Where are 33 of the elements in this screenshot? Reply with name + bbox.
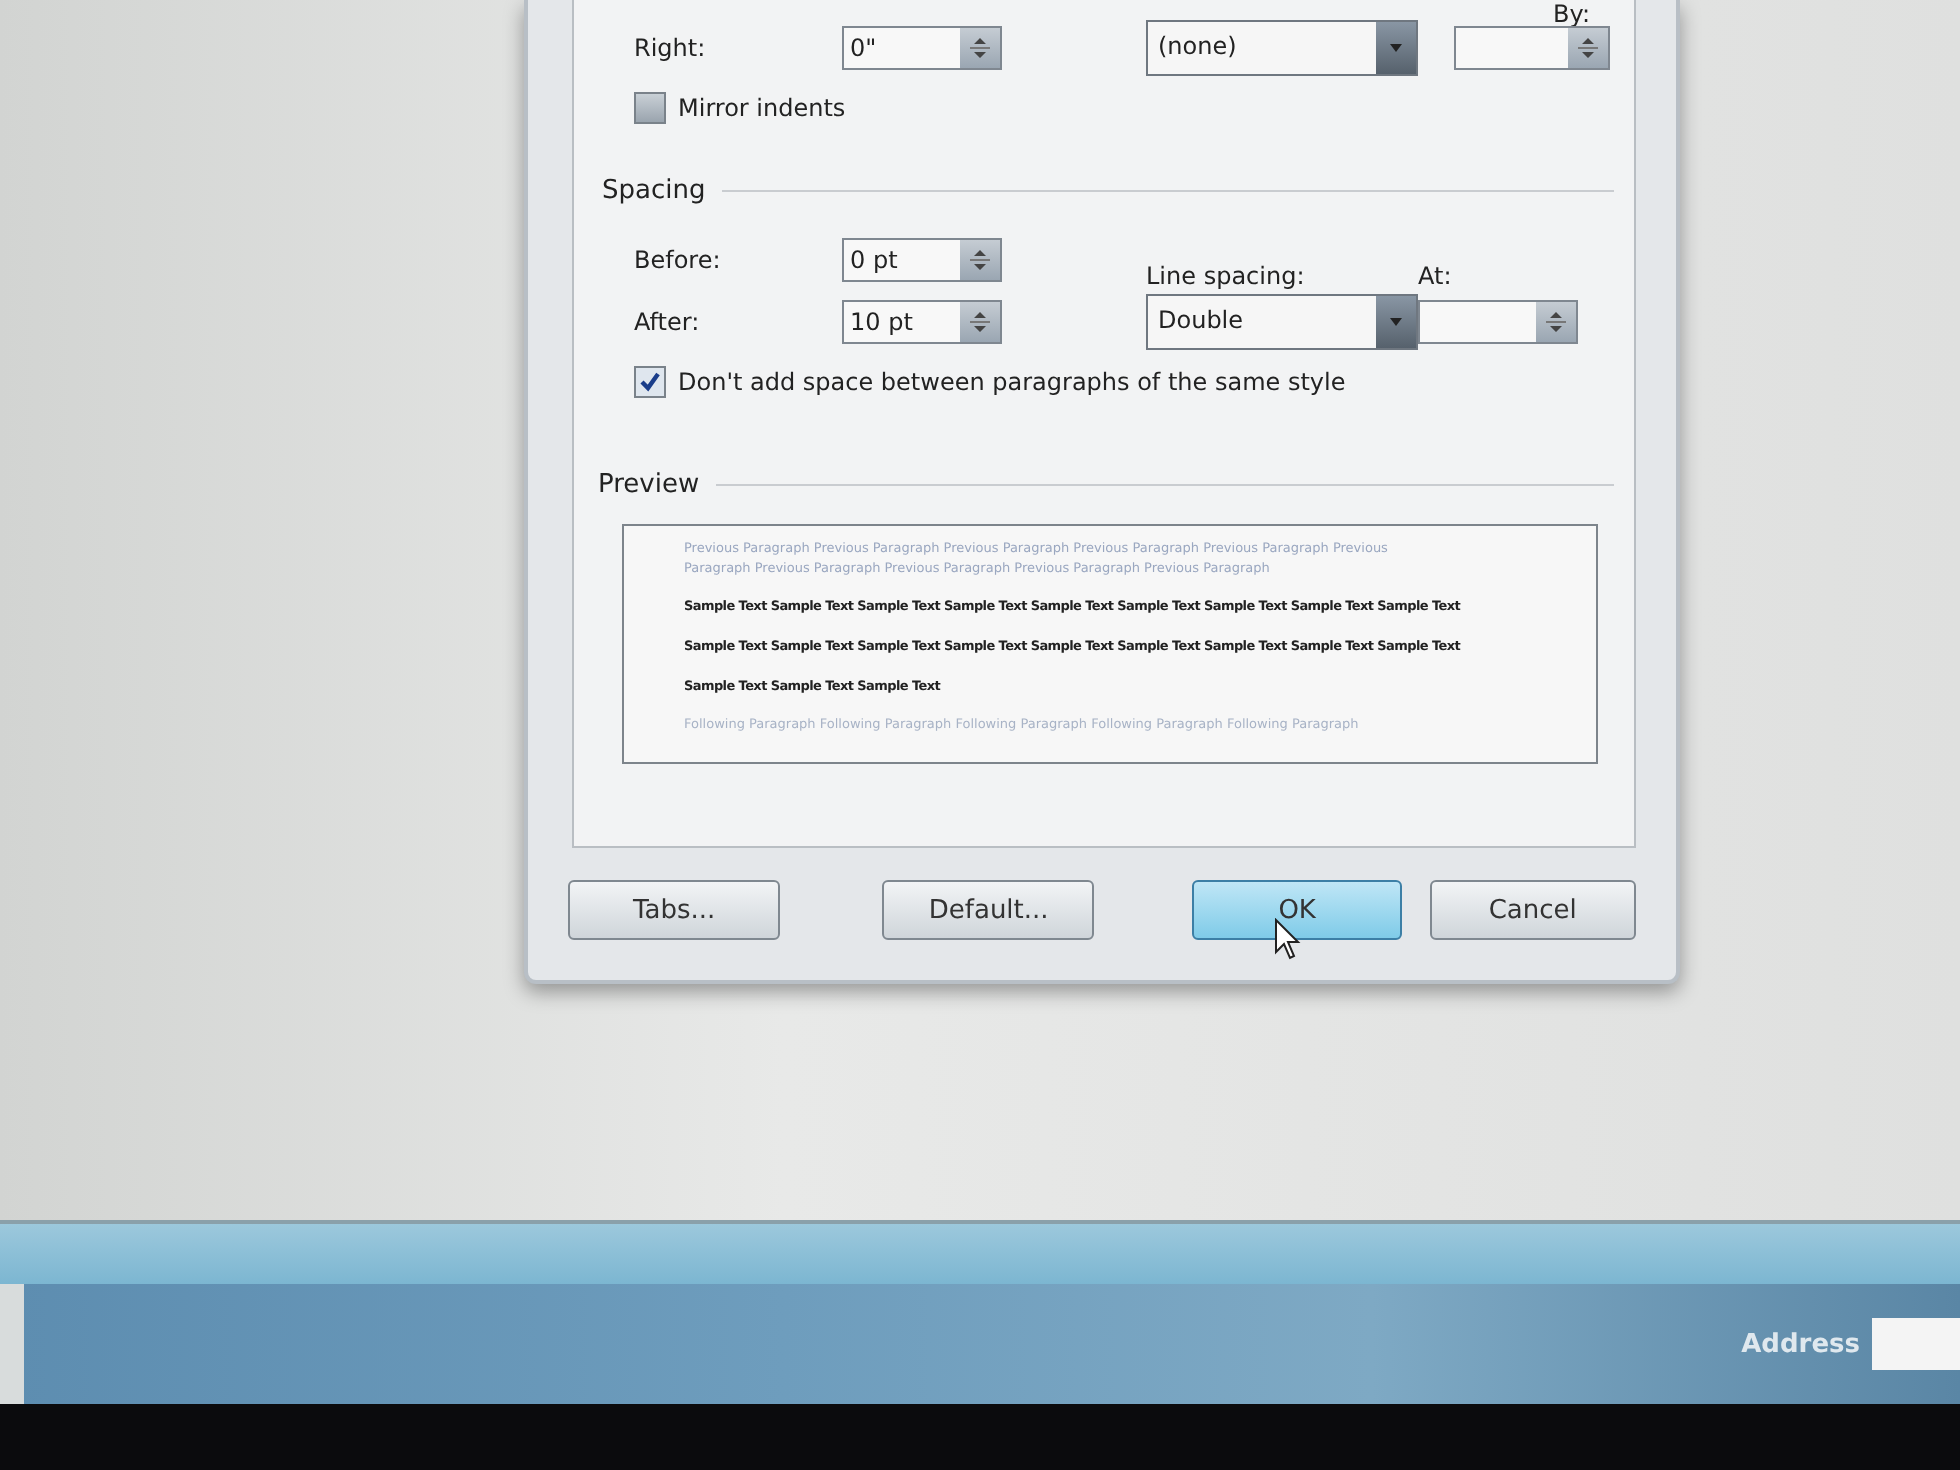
- address-label: Address: [1741, 1329, 1860, 1359]
- field-label: After:: [634, 308, 702, 336]
- mirror-indents-checkbox[interactable]: [634, 92, 666, 124]
- checkbox-label: Don't add space between paragraphs of the same style: [678, 368, 1346, 396]
- before-field[interactable]: 0 pt: [842, 238, 1002, 282]
- right-indent-field[interactable]: 0": [842, 26, 1002, 70]
- special-dropdown[interactable]: (none): [1146, 20, 1418, 76]
- spin-arrows-icon[interactable]: [968, 308, 992, 336]
- caret-icon[interactable]: [1386, 40, 1406, 56]
- address-field[interactable]: [1872, 1318, 1960, 1370]
- field-label: By:: [1552, 2, 1590, 26]
- field-label: Right:: [634, 34, 708, 62]
- spin-arrows-icon[interactable]: [1544, 308, 1568, 336]
- mouse-pointer-icon: [1274, 918, 1303, 962]
- spin-arrows-icon[interactable]: [968, 246, 992, 274]
- section-title: Spacing: [602, 176, 706, 206]
- by-field[interactable]: [1454, 26, 1610, 70]
- taskbar-edge: [0, 1284, 24, 1404]
- dialog-button[interactable]: Tabs...: [568, 880, 781, 940]
- field-label: At:: [1418, 262, 1454, 290]
- caret-icon[interactable]: [1386, 314, 1406, 330]
- line-spacing-dropdown[interactable]: Double: [1146, 294, 1418, 350]
- spin-arrows-icon[interactable]: [1576, 34, 1600, 62]
- spin-arrows-icon[interactable]: [968, 34, 992, 62]
- at-field[interactable]: [1418, 300, 1578, 344]
- section-title: Preview: [598, 470, 700, 500]
- checkbox-label: Mirror indents: [678, 94, 846, 122]
- dialog-button[interactable]: Default...: [882, 880, 1095, 940]
- dialog-button[interactable]: Cancel: [1429, 880, 1636, 940]
- field-label: Line spacing:: [1146, 262, 1307, 290]
- after-field[interactable]: 10 pt: [842, 300, 1002, 344]
- field-label: Before:: [634, 246, 723, 274]
- same-style-checkbox[interactable]: [634, 366, 666, 398]
